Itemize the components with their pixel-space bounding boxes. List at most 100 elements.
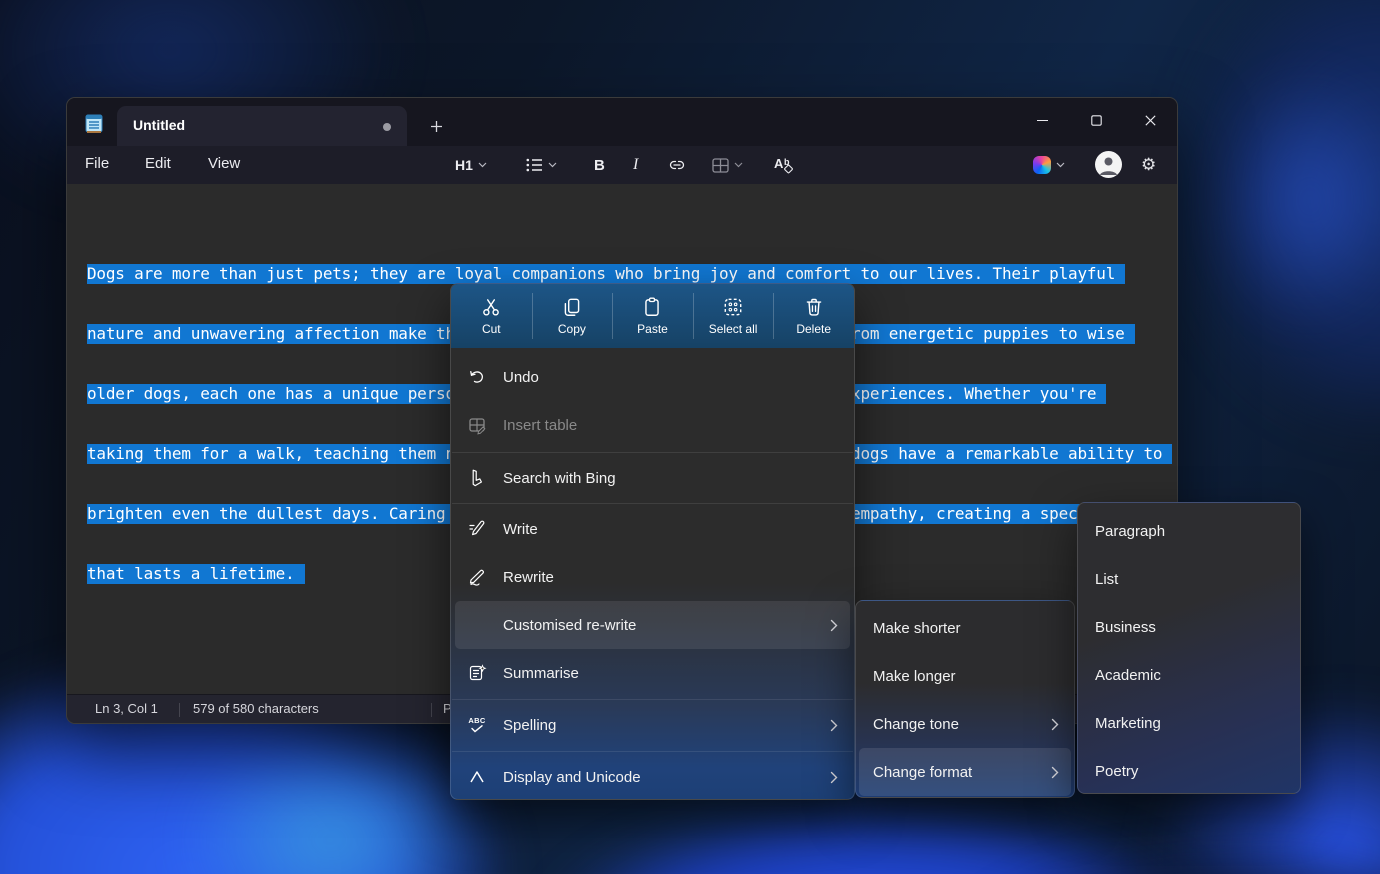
insert-table-icon [467, 415, 487, 435]
submenu-chevron-icon [1051, 718, 1059, 731]
poetry-label: Poetry [1095, 763, 1138, 780]
copy-button[interactable]: Copy [532, 284, 613, 348]
undo-icon [467, 367, 487, 387]
menu-item-academic[interactable]: Academic [1081, 651, 1297, 699]
gear-icon: ⚙ [1141, 155, 1156, 175]
heading-style-label: H1 [455, 157, 473, 173]
change-tone-label: Change tone [873, 716, 959, 733]
menu-separator [452, 452, 853, 453]
copy-icon [561, 296, 583, 318]
chevron-down-icon [478, 162, 487, 168]
list-dropdown[interactable] [526, 152, 557, 178]
menu-item-make-shorter[interactable]: Make shorter [859, 604, 1071, 652]
change-format-submenu: Paragraph List Business Academic Marketi… [1077, 502, 1301, 794]
make-longer-label: Make longer [873, 668, 956, 685]
trash-icon [803, 296, 825, 318]
selected-text-line: that lasts a lifetime. [87, 564, 305, 584]
cut-button[interactable]: Cut [451, 284, 532, 348]
paste-button[interactable]: Paste [612, 284, 693, 348]
desktop: Untitled File Edit View [0, 0, 1380, 874]
bing-icon [467, 468, 487, 488]
menu-item-marketing[interactable]: Marketing [1081, 699, 1297, 747]
menu-separator [452, 503, 853, 504]
svg-text:A: A [774, 156, 784, 171]
scissors-icon [480, 296, 502, 318]
heading-style-dropdown[interactable]: H1 [455, 152, 487, 178]
summarise-icon [467, 663, 487, 683]
menu-edit[interactable]: Edit [145, 155, 171, 172]
menu-item-spelling[interactable]: ABC Spelling [455, 701, 850, 749]
toolbar: File Edit View H1 B I [67, 146, 1177, 184]
menu-separator [452, 699, 853, 700]
title-bar[interactable]: Untitled [67, 98, 1177, 146]
settings-button[interactable]: ⚙ [1141, 152, 1156, 178]
paragraph-label: Paragraph [1095, 523, 1165, 540]
clipboard-icon-row: Cut Copy Paste [451, 284, 854, 348]
menu-item-change-format[interactable]: Change format [859, 748, 1071, 796]
clear-formatting-button[interactable]: A b [773, 152, 795, 178]
select-all-icon [722, 296, 744, 318]
menu-item-list[interactable]: List [1081, 555, 1297, 603]
menu-item-make-longer[interactable]: Make longer [859, 652, 1071, 700]
tab-title: Untitled [133, 117, 185, 133]
paste-label: Paste [637, 322, 668, 336]
cut-label: Cut [482, 322, 501, 336]
link-icon [667, 155, 687, 175]
table-dropdown[interactable] [712, 152, 743, 178]
menu-item-display-and-unicode[interactable]: Display and Unicode [455, 753, 850, 800]
context-menu: Cut Copy Paste [450, 283, 855, 800]
bold-button[interactable]: B [594, 152, 605, 178]
new-tab-button[interactable] [425, 115, 447, 137]
write-pencil-icon [467, 519, 487, 539]
maximize-button[interactable] [1069, 98, 1123, 142]
menu-file[interactable]: File [85, 155, 109, 172]
academic-label: Academic [1095, 667, 1161, 684]
tab-untitled[interactable]: Untitled [117, 106, 407, 146]
rewrite-pen-icon [467, 567, 487, 587]
submenu-chevron-icon [830, 771, 838, 784]
menu-item-poetry[interactable]: Poetry [1081, 747, 1297, 794]
submenu-chevron-icon [830, 719, 838, 732]
undo-label: Undo [503, 369, 539, 386]
cursor-position: Ln 3, Col 1 [95, 701, 158, 716]
make-shorter-label: Make shorter [873, 620, 961, 637]
clear-formatting-icon: A b [773, 155, 795, 175]
business-label: Business [1095, 619, 1156, 636]
copilot-dropdown[interactable] [1033, 152, 1065, 178]
menu-item-summarise[interactable]: Summarise [455, 649, 850, 697]
search-with-bing-label: Search with Bing [503, 470, 616, 487]
link-button[interactable] [667, 152, 687, 178]
summarise-label: Summarise [503, 665, 579, 682]
insert-table-label: Insert table [503, 417, 577, 434]
display-and-unicode-label: Display and Unicode [503, 769, 641, 786]
copilot-icon [1033, 156, 1051, 174]
chevron-down-icon [548, 162, 557, 168]
select-all-button[interactable]: Select all [693, 284, 774, 348]
menu-item-undo[interactable]: Undo [455, 353, 850, 401]
menu-item-write[interactable]: Write [455, 505, 850, 553]
menu-item-change-tone[interactable]: Change tone [859, 700, 1071, 748]
chevron-down-icon [1056, 162, 1065, 168]
account-button[interactable] [1095, 151, 1122, 177]
customised-rewrite-submenu: Make shorter Make longer Change tone Cha… [855, 600, 1075, 798]
menu-item-rewrite[interactable]: Rewrite [455, 553, 850, 601]
close-button[interactable] [1123, 98, 1177, 142]
submenu-chevron-icon [1051, 766, 1059, 779]
minimize-button[interactable] [1015, 98, 1069, 142]
status-separator [179, 703, 180, 717]
italic-button[interactable]: I [633, 152, 638, 178]
menu-item-business[interactable]: Business [1081, 603, 1297, 651]
delete-label: Delete [796, 322, 831, 336]
table-icon [712, 158, 729, 173]
menu-item-paragraph[interactable]: Paragraph [1081, 507, 1297, 555]
delete-button[interactable]: Delete [773, 284, 854, 348]
bullet-list-icon [526, 158, 543, 172]
status-separator [431, 703, 432, 717]
menu-item-insert-table[interactable]: Insert table [455, 401, 850, 449]
menu-view[interactable]: View [208, 155, 240, 172]
unsaved-changes-dot [383, 123, 391, 131]
customised-rewrite-label: Customised re-write [503, 617, 636, 634]
menu-item-search-with-bing[interactable]: Search with Bing [455, 454, 850, 502]
menu-item-customised-rewrite[interactable]: Customised re-write [455, 601, 850, 649]
spelling-abc-icon: ABC [467, 715, 487, 735]
